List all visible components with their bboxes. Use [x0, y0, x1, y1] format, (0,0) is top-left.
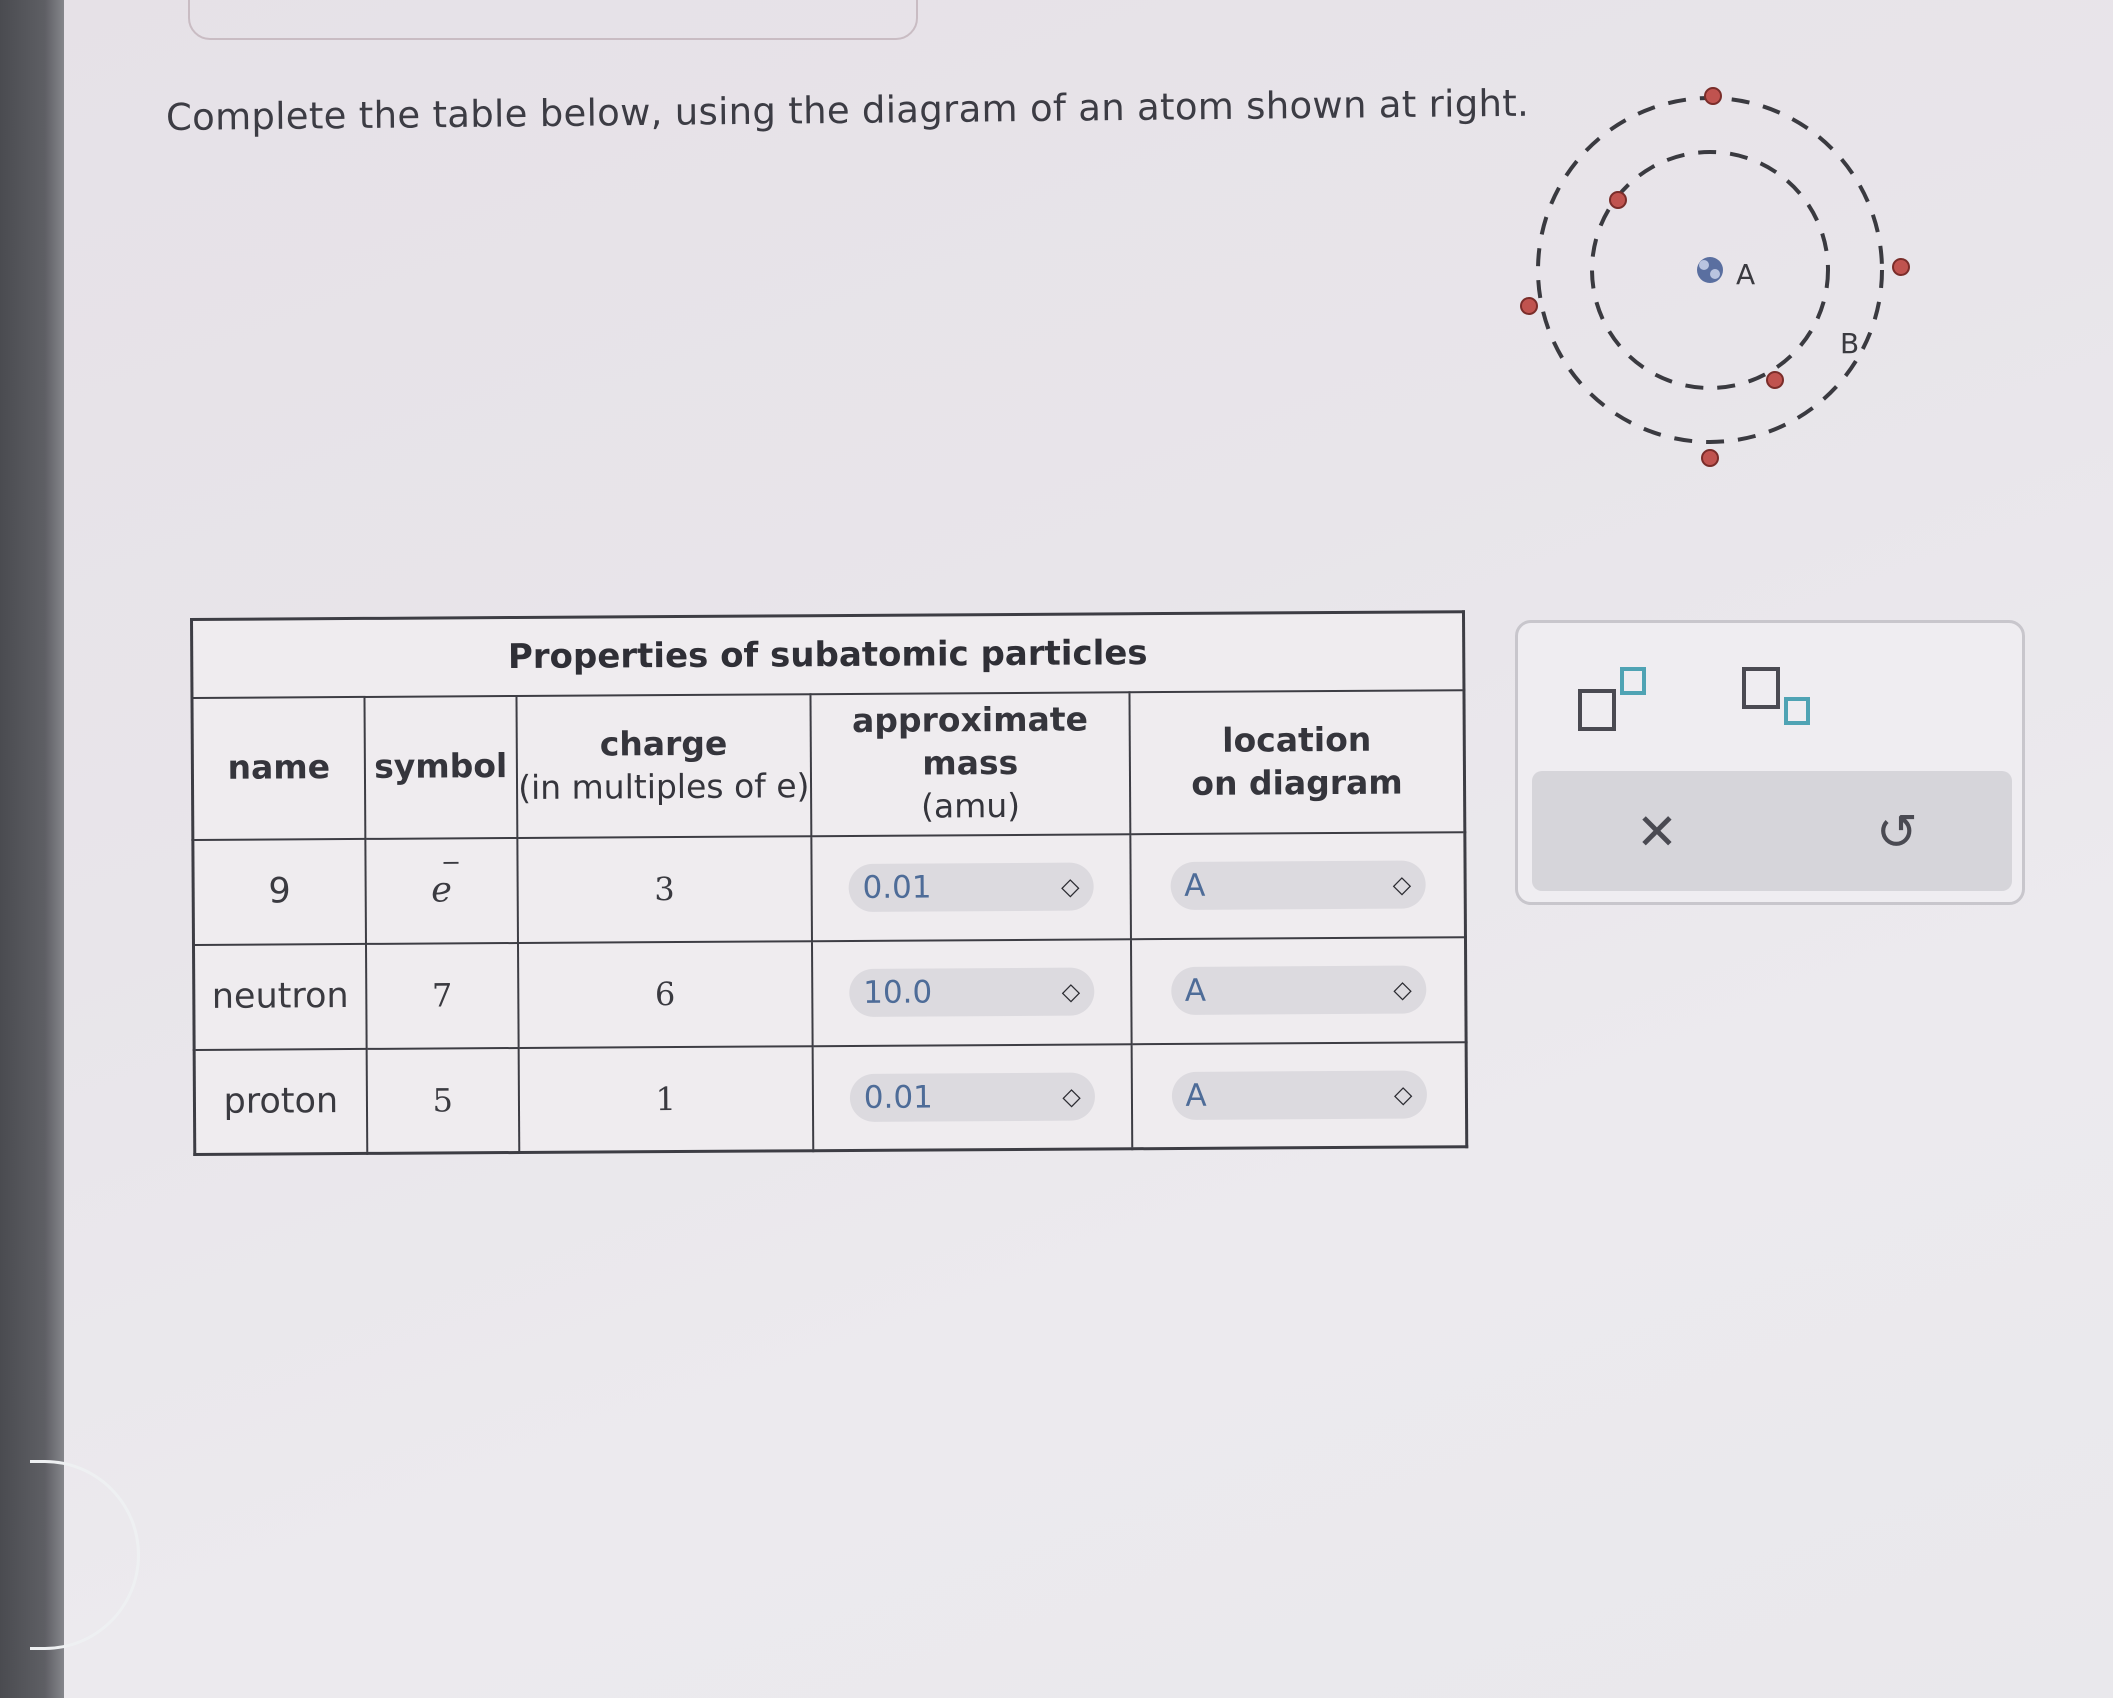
device-bezel: [0, 0, 64, 1698]
location-select-value: A: [1184, 972, 1207, 1009]
header-charge: charge (in multiples of e): [516, 693, 812, 838]
orbit-label: B: [1840, 327, 1859, 360]
row-name-cell[interactable]: 9: [192, 838, 366, 945]
header-name: name: [191, 696, 366, 840]
header-location: location on diagram: [1129, 689, 1465, 834]
electron: [1704, 87, 1722, 105]
nucleus-label: A: [1736, 258, 1755, 291]
header-mass-sub: (amu): [920, 785, 1021, 826]
mass-select-value: 0.01: [862, 869, 932, 906]
header-charge-sub: (in multiples of e): [518, 765, 810, 807]
mass-select-value: 10.0: [863, 974, 933, 1011]
electron: [1892, 258, 1910, 276]
chevron-updown-icon: ◇: [1060, 872, 1080, 901]
header-mass-line2: mass: [922, 742, 1019, 783]
undo-icon[interactable]: ↺: [1862, 797, 1932, 867]
location-select-value: A: [1184, 867, 1206, 904]
atom-diagram: A B: [1520, 87, 1910, 467]
row-location-cell: A ◇: [1130, 936, 1467, 1044]
math-tool-panel: ✕ ↺: [1515, 620, 2025, 905]
chevron-updown-icon: ◇: [1061, 977, 1081, 1006]
row-symbol-cell[interactable]: 5: [366, 1047, 520, 1154]
tool-action-bar: ✕ ↺: [1532, 771, 2012, 891]
row-charge-cell[interactable]: 3: [517, 835, 812, 943]
previous-answer-box: [188, 0, 918, 40]
header-mass: approximate mass (amu): [810, 691, 1131, 836]
stylus-mark: [30, 1460, 140, 1650]
table-row: proton 5 1 0.01 ◇ A ◇: [194, 1041, 1467, 1155]
location-select-value: A: [1185, 1077, 1207, 1114]
mass-select[interactable]: 0.01 ◇: [848, 862, 1094, 912]
chevron-updown-icon: ◇: [1393, 1080, 1413, 1109]
electron: [1701, 449, 1719, 467]
mass-select[interactable]: 10.0 ◇: [849, 967, 1095, 1017]
row-name-cell[interactable]: neutron: [193, 943, 367, 1050]
chevron-updown-icon: ◇: [1062, 1082, 1081, 1111]
chevron-updown-icon: ◇: [1393, 975, 1412, 1004]
electron-symbol: e −: [431, 848, 462, 911]
row-charge-cell[interactable]: 1: [518, 1045, 814, 1153]
location-select[interactable]: A ◇: [1170, 860, 1426, 911]
header-charge-label: charge: [599, 723, 728, 764]
row-name-cell[interactable]: proton: [194, 1048, 368, 1155]
subatomic-particles-table: Properties of subatomic particles name s…: [190, 610, 1469, 1156]
chevron-updown-icon: ◇: [1392, 870, 1412, 899]
table-row: neutron 7 6 10.0 ◇ A ◇: [193, 936, 1467, 1050]
header-location-line2: on diagram: [1191, 762, 1403, 803]
subatomic-particles-table-container: Properties of subatomic particles name s…: [190, 610, 1469, 1156]
row-symbol-cell[interactable]: 7: [365, 942, 519, 1049]
header-mass-line1: approximate: [851, 699, 1089, 741]
electron: [1609, 191, 1627, 209]
mass-select-value: 0.01: [863, 1079, 933, 1116]
subscript-icon[interactable]: [1740, 661, 1820, 741]
row-mass-cell: 10.0 ◇: [811, 938, 1132, 1046]
superscript-icon[interactable]: [1576, 661, 1656, 741]
location-select[interactable]: A ◇: [1170, 965, 1426, 1016]
row-symbol-cell[interactable]: e −: [365, 837, 518, 944]
electron: [1766, 371, 1784, 389]
clear-icon[interactable]: ✕: [1622, 797, 1692, 867]
header-location-line1: location: [1222, 719, 1372, 760]
electron: [1520, 297, 1538, 315]
table-title: Properties of subatomic particles: [191, 611, 1464, 698]
nucleus: [1697, 257, 1723, 283]
table-row: 9 e − 3 0.01 ◇ A ◇: [192, 831, 1466, 945]
row-mass-cell: 0.01 ◇: [811, 833, 1131, 941]
row-charge-cell[interactable]: 6: [517, 940, 813, 1048]
row-location-cell: A ◇: [1130, 831, 1466, 939]
row-mass-cell: 0.01 ◇: [812, 1043, 1133, 1151]
question-instruction: Complete the table below, using the diag…: [165, 81, 1530, 139]
mass-select[interactable]: 0.01 ◇: [849, 1072, 1095, 1122]
location-select[interactable]: A ◇: [1171, 1070, 1427, 1120]
row-location-cell: A ◇: [1131, 1041, 1467, 1149]
header-symbol: symbol: [364, 695, 518, 839]
